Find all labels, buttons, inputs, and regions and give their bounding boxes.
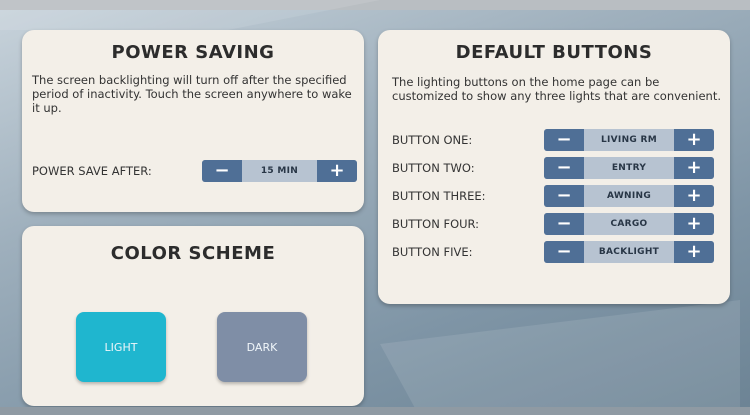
button-four-increase-button[interactable]: + xyxy=(674,213,714,235)
button-four-stepper: − CARGO + xyxy=(544,213,714,235)
button-two-increase-button[interactable]: + xyxy=(674,157,714,179)
button-five-label: BUTTON FIVE: xyxy=(392,245,473,259)
button-four-label: BUTTON FOUR: xyxy=(392,217,480,231)
power-saving-title: POWER SAVING xyxy=(111,42,275,63)
button-five-value: BACKLIGHT xyxy=(584,241,674,263)
power-save-after-label: POWER SAVE AFTER: xyxy=(32,164,152,178)
button-three-stepper: − AWNING + xyxy=(544,185,714,207)
button-two-label: BUTTON TWO: xyxy=(392,161,475,175)
default-buttons-description: The lighting buttons on the home page ca… xyxy=(392,75,722,103)
button-four-value: CARGO xyxy=(584,213,674,235)
color-scheme-title: COLOR SCHEME xyxy=(110,243,276,264)
color-scheme-panel: COLOR SCHEME LIGHT DARK xyxy=(22,226,364,406)
power-save-value: 15 MIN xyxy=(242,160,317,182)
button-five-decrease-button[interactable]: − xyxy=(544,241,584,263)
button-two-decrease-button[interactable]: − xyxy=(544,157,584,179)
default-buttons-title: DEFAULT BUTTONS xyxy=(455,42,653,63)
button-one-increase-button[interactable]: + xyxy=(674,129,714,151)
power-save-increase-button[interactable]: + xyxy=(317,160,357,182)
button-five-increase-button[interactable]: + xyxy=(674,241,714,263)
button-two-stepper: − ENTRY + xyxy=(544,157,714,179)
button-three-decrease-button[interactable]: − xyxy=(544,185,584,207)
power-saving-description: The screen backlighting will turn off af… xyxy=(32,73,352,115)
light-scheme-button[interactable]: LIGHT xyxy=(76,312,166,382)
button-two-value: ENTRY xyxy=(584,157,674,179)
background-facet xyxy=(380,300,740,410)
power-save-decrease-button[interactable]: − xyxy=(202,160,242,182)
button-one-value: LIVING RM xyxy=(584,129,674,151)
button-one-label: BUTTON ONE: xyxy=(392,133,473,147)
button-three-label: BUTTON THREE: xyxy=(392,189,486,203)
default-buttons-panel: DEFAULT BUTTONS The lighting buttons on … xyxy=(378,30,730,304)
button-three-value: AWNING xyxy=(584,185,674,207)
button-one-stepper: − LIVING RM + xyxy=(544,129,714,151)
power-saving-panel: POWER SAVING The screen backlighting wil… xyxy=(22,30,364,212)
background-facet xyxy=(0,0,380,30)
button-one-decrease-button[interactable]: − xyxy=(544,129,584,151)
power-save-stepper: − 15 MIN + xyxy=(202,160,357,182)
button-three-increase-button[interactable]: + xyxy=(674,185,714,207)
button-four-decrease-button[interactable]: − xyxy=(544,213,584,235)
button-five-stepper: − BACKLIGHT + xyxy=(544,241,714,263)
dark-scheme-button[interactable]: DARK xyxy=(217,312,307,382)
screen-bezel-bottom xyxy=(0,407,750,415)
